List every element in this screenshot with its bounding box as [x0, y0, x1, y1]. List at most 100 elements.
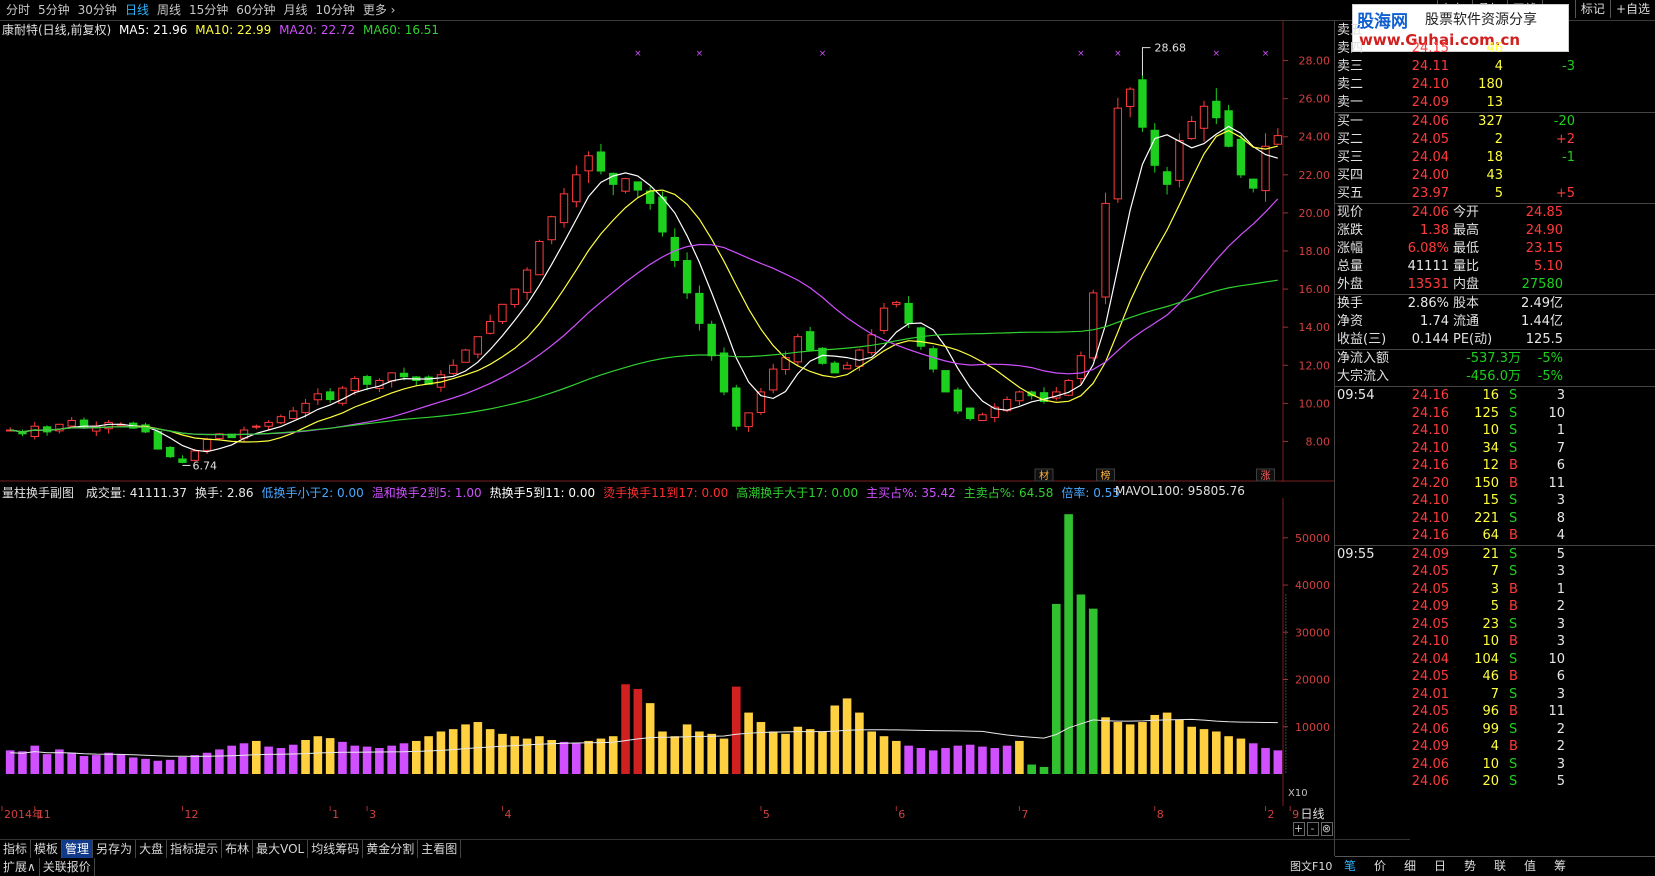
- indicator-tab[interactable]: 指标: [0, 840, 32, 858]
- period-tab[interactable]: 日线: [121, 0, 153, 20]
- period-tab[interactable]: 分时: [2, 0, 34, 20]
- candle-body: [855, 349, 864, 367]
- tick-side: B: [1509, 475, 1518, 491]
- price-tick-label: 28.00: [1299, 55, 1331, 68]
- indicator-tab[interactable]: 管理: [62, 840, 94, 858]
- indicator-tab[interactable]: 均线筹码: [308, 840, 364, 858]
- period-tab[interactable]: 5分钟: [34, 0, 74, 20]
- toolbar-button[interactable]: 标记: [1574, 0, 1610, 18]
- volume-bar: [855, 712, 864, 774]
- quote-tab[interactable]: 值: [1515, 857, 1545, 876]
- orderbook-volume: 5: [1494, 186, 1503, 201]
- candle-body: [202, 439, 212, 451]
- extension-tab[interactable]: 扩展∧: [0, 858, 40, 876]
- orderbook-label: 卖四: [1337, 41, 1364, 56]
- volume-bar: [1113, 722, 1123, 774]
- period-tab[interactable]: 30分钟: [74, 0, 121, 20]
- volume-bar: [535, 736, 544, 774]
- stock-stats: 换手 2.86% 股本 2.49亿 净资 1.74 流通 1.44亿 收益(三) 0.144 PE(…: [1335, 295, 1655, 349]
- volume-bar: [842, 698, 852, 774]
- toolbar-button[interactable]: +自选: [1609, 0, 1655, 18]
- tick-volume: 20: [1482, 774, 1499, 789]
- indicator-tab[interactable]: 指标提示: [167, 840, 223, 858]
- period-tab[interactable]: 15分钟: [185, 0, 232, 20]
- f10-label[interactable]: 图文F10: [1290, 857, 1332, 876]
- indicator-tab[interactable]: 主看图: [418, 840, 462, 858]
- volume-bar: [141, 758, 150, 774]
- quote-tab[interactable]: 日: [1425, 857, 1455, 876]
- candle-body: [1015, 391, 1024, 402]
- indicator-tab[interactable]: 大盘: [136, 840, 168, 858]
- price-tick-label: 12.00: [1299, 359, 1331, 372]
- period-tab[interactable]: 10分钟: [312, 0, 359, 20]
- stats-value: 125.5: [1525, 332, 1563, 347]
- tick-count: 11: [1548, 704, 1565, 719]
- tick-side: B: [1509, 528, 1518, 543]
- orderbook-change: -3: [1562, 59, 1575, 74]
- tick-row: 09:54 24.16 16 S 3: [1335, 387, 1655, 405]
- tick-side: S: [1509, 564, 1518, 579]
- candle-body: [313, 393, 323, 401]
- volume-bar: [92, 755, 101, 774]
- period-tab[interactable]: 月线: [280, 0, 312, 20]
- volume-bar: [498, 733, 507, 774]
- volume-bar: [781, 733, 790, 774]
- volume-bar: [190, 755, 200, 774]
- time-tick-label: 3: [369, 808, 376, 821]
- candle-body: [535, 240, 544, 276]
- period-tab[interactable]: 60分钟: [232, 0, 279, 20]
- zoom-in-button[interactable]: +: [1292, 822, 1305, 836]
- price-tick-label: 14.00: [1299, 321, 1331, 334]
- tick-list[interactable]: 09:54 24.16 16 S 3 24.16 125 S 10 24.10 10 S 1 24.10 3…: [1335, 387, 1655, 791]
- indicator-tab[interactable]: 另存为: [93, 840, 137, 858]
- orderbook-label: 卖一: [1337, 95, 1364, 110]
- volume-bar: [510, 736, 520, 774]
- quote-tab[interactable]: 笔: [1335, 857, 1365, 876]
- tick-count: 6: [1556, 669, 1565, 684]
- volume-bar: [596, 738, 606, 774]
- stats-row: 收益(三) 0.144 PE(动) 125.5: [1335, 331, 1655, 349]
- quote-tab[interactable]: 势: [1455, 857, 1485, 876]
- close-icon[interactable]: ⊗: [1320, 822, 1333, 836]
- orderbook-row: 卖一 24.09 13: [1335, 94, 1655, 112]
- indicator-tab[interactable]: 模板: [31, 840, 63, 858]
- indicator-tab[interactable]: 最大VOL: [253, 840, 309, 858]
- volume-chart[interactable]: 50000 40000 30000 20000 10000 X10: [0, 498, 1335, 806]
- candle-body: [805, 331, 815, 351]
- extension-tab[interactable]: 关联报价: [40, 858, 95, 876]
- candle-body: [904, 302, 913, 324]
- volume-bar: [227, 745, 236, 774]
- extension-toolbar: 扩展∧ 关联报价: [0, 858, 1410, 876]
- candle-body: [1076, 355, 1086, 380]
- quote-value: 24.85: [1525, 205, 1563, 220]
- quote-tab[interactable]: 筹: [1545, 857, 1575, 876]
- indicator-tab[interactable]: 黄金分割: [363, 840, 419, 858]
- time-tick-label: 11: [37, 808, 51, 821]
- quote-row: 涨跌 1.38 最高 24.90: [1335, 222, 1655, 240]
- orderbook-row: 买四 24.00 43: [1335, 167, 1655, 185]
- candle-body: [842, 364, 852, 370]
- volume-bar: [1224, 736, 1233, 774]
- quote-tab[interactable]: 细: [1395, 857, 1425, 876]
- indicator-tab[interactable]: 布林: [222, 840, 254, 858]
- candle-body: [449, 364, 458, 374]
- price-tick-label: 24.00: [1299, 131, 1331, 144]
- quote-tab[interactable]: 联: [1485, 857, 1515, 876]
- volume-bar: [1273, 750, 1283, 774]
- quote-tab[interactable]: 价: [1365, 857, 1395, 876]
- candle-body: [1150, 129, 1159, 166]
- tick-price: 24.05: [1411, 669, 1449, 684]
- volume-bar: [547, 739, 556, 774]
- price-chart[interactable]: 28.00 26.00 24.00 22.00 20.00 18.00 16.00 14.00…: [0, 20, 1335, 482]
- candle-body: [867, 334, 876, 354]
- orderbook-price: 24.05: [1411, 132, 1449, 147]
- quote-row: 总量 41111 量比 5.10: [1335, 258, 1655, 276]
- orderbook-change: -20: [1553, 114, 1575, 129]
- tick-row: 24.05 46 B 6: [1335, 668, 1655, 686]
- period-tab[interactable]: 周线: [153, 0, 185, 20]
- tick-row: 24.20 150 B 11: [1335, 475, 1655, 493]
- zoom-out-button[interactable]: -: [1306, 822, 1319, 836]
- tick-volume: 104: [1474, 651, 1499, 667]
- period-tab[interactable]: 更多 ›: [359, 0, 400, 20]
- volume-bar: [818, 731, 827, 774]
